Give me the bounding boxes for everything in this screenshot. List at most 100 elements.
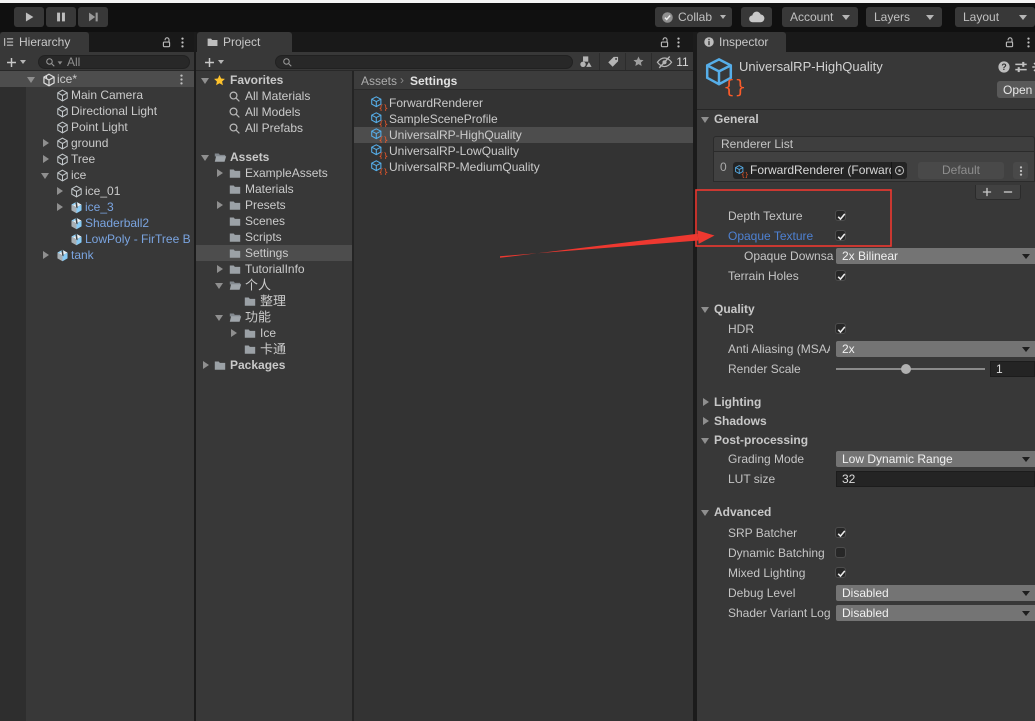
field-lut-size[interactable]: 32: [836, 471, 1035, 487]
foldout-open-icon[interactable]: [215, 283, 223, 289]
asset-item-universalrp-highquality[interactable]: {}UniversalRP-HighQuality: [354, 127, 693, 143]
property-mixed-lighting[interactable]: Mixed Lighting: [697, 563, 1035, 583]
property-grading-mode[interactable]: Grading ModeLow Dynamic Range: [697, 449, 1035, 469]
element-kebab-button[interactable]: [1013, 162, 1028, 179]
collab-dropdown[interactable]: Collab: [655, 7, 732, 27]
foldout-closed-icon[interactable]: [703, 398, 709, 406]
object-picker-button[interactable]: [891, 162, 907, 179]
section-shadows[interactable]: Shadows: [697, 413, 1035, 429]
property-dynamic-batching[interactable]: Dynamic Batching: [697, 543, 1035, 563]
hierarchy-item-point-light[interactable]: Point Light: [0, 119, 194, 135]
project-create-button[interactable]: [203, 54, 224, 70]
hierarchy-item-main-camera[interactable]: Main Camera: [0, 87, 194, 103]
checkbox-mixed-lighting[interactable]: [835, 567, 846, 578]
hierarchy-item-ice[interactable]: ice: [0, 167, 194, 183]
property-srp-batcher[interactable]: SRP Batcher: [697, 523, 1035, 543]
play-button[interactable]: [14, 7, 44, 27]
item-kebab-icon[interactable]: [175, 73, 188, 86]
dropdown-anti-aliasing-msaa-[interactable]: 2x: [836, 341, 1035, 357]
foldout-open-icon[interactable]: [701, 117, 709, 123]
foldout-open-icon[interactable]: [701, 510, 709, 516]
hierarchy-search-field[interactable]: All: [38, 55, 190, 69]
project-tree-item-卡通[interactable]: [196, 341, 352, 357]
layout-dropdown[interactable]: Layout: [955, 7, 1035, 27]
project-tree-item-packages[interactable]: Packages: [196, 357, 352, 373]
hierarchy-item-ground[interactable]: ground: [0, 135, 194, 151]
checkbox-depth-texture[interactable]: [835, 210, 846, 221]
search-by-type-button[interactable]: [573, 53, 599, 70]
hierarchy-menu-button[interactable]: [175, 35, 190, 50]
hidden-count-button[interactable]: 11: [651, 53, 693, 70]
section-lighting[interactable]: Lighting: [697, 394, 1035, 410]
favorites-filter-button[interactable]: [625, 53, 651, 70]
property-label[interactable]: Opaque Texture: [728, 226, 830, 246]
foldout-open-icon[interactable]: [27, 77, 35, 83]
foldout-closed-icon[interactable]: [57, 203, 63, 211]
property-render-scale[interactable]: Render Scale1: [697, 359, 1035, 379]
property-terrain-holes[interactable]: Terrain Holes: [697, 266, 1035, 286]
checkbox-srp-batcher[interactable]: [835, 527, 846, 538]
project-tree-item-materials[interactable]: Materials: [196, 181, 352, 197]
hierarchy-item-ice-[interactable]: ice*: [0, 71, 194, 87]
cloud-button[interactable]: [741, 7, 772, 27]
hierarchy-item-ice-3[interactable]: ice_3: [0, 199, 194, 215]
property-opaque-downsampling[interactable]: Opaque Downsampling2x Bilinear: [697, 246, 1035, 266]
hierarchy-item-directional-light[interactable]: Directional Light: [0, 103, 194, 119]
renderer-object-field[interactable]: {}ForwardRenderer (Forward Renderer Data…: [733, 162, 907, 179]
foldout-open-icon[interactable]: [701, 307, 709, 313]
project-tree-item-整理[interactable]: [196, 293, 352, 309]
renderer-list-element[interactable]: 0{}ForwardRenderer (Forward Renderer Dat…: [713, 151, 1035, 182]
checkbox-hdr[interactable]: [835, 323, 846, 334]
property-opaque-texture[interactable]: Opaque Texture: [697, 226, 1035, 246]
project-tree-item-all-materials[interactable]: All Materials: [196, 88, 352, 104]
project-tree-item-settings[interactable]: Settings: [196, 245, 352, 261]
list-remove-button[interactable]: [997, 185, 1020, 200]
foldout-closed-icon[interactable]: [203, 361, 209, 369]
foldout-closed-icon[interactable]: [43, 155, 49, 163]
layers-dropdown[interactable]: Layers: [866, 7, 942, 27]
hierarchy-item-tank[interactable]: tank: [0, 247, 194, 263]
project-tree-item-all-prefabs[interactable]: All Prefabs: [196, 120, 352, 136]
foldout-open-icon[interactable]: [201, 155, 209, 161]
foldout-closed-icon[interactable]: [231, 329, 237, 337]
search-by-label-button[interactable]: [599, 53, 625, 70]
dropdown-debug-level[interactable]: Disabled: [836, 585, 1035, 601]
foldout-closed-icon[interactable]: [43, 251, 49, 259]
property-depth-texture[interactable]: Depth Texture: [697, 206, 1035, 226]
slider-handle[interactable]: [901, 364, 911, 374]
pause-button[interactable]: [46, 7, 76, 27]
checkbox-dynamic-batching[interactable]: [835, 547, 846, 558]
project-search-field[interactable]: [275, 55, 573, 69]
hierarchy-create-button[interactable]: [5, 54, 26, 70]
project-tree-item-assets[interactable]: Assets: [196, 149, 352, 165]
project-tree-item-presets[interactable]: Presets: [196, 197, 352, 213]
project-tree-item-scenes[interactable]: Scenes: [196, 213, 352, 229]
project-tree-item-tutorialinfo[interactable]: TutorialInfo: [196, 261, 352, 277]
project-tree-item-功能[interactable]: [196, 309, 352, 325]
hierarchy-lock-button[interactable]: [159, 35, 174, 50]
project-tree-item-favorites[interactable]: Favorites: [196, 72, 352, 88]
property-lut-size[interactable]: LUT size32: [697, 469, 1035, 489]
project-menu-button[interactable]: [671, 35, 686, 50]
property-debug-level[interactable]: Debug LevelDisabled: [697, 583, 1035, 603]
breadcrumb-assets[interactable]: Assets: [361, 74, 397, 88]
foldout-closed-icon[interactable]: [217, 169, 223, 177]
hierarchy-item-shaderball2[interactable]: Shaderball2: [0, 215, 194, 231]
tab-hierarchy[interactable]: Hierarchy: [0, 32, 89, 52]
asset-item-samplesceneprofile[interactable]: {}SampleSceneProfile: [354, 111, 693, 127]
dropdown-opaque-downsampling[interactable]: 2x Bilinear: [836, 248, 1035, 264]
account-dropdown[interactable]: Account: [782, 7, 858, 27]
project-tree-item-个人[interactable]: [196, 277, 352, 293]
hierarchy-item-tree[interactable]: Tree: [0, 151, 194, 167]
step-button[interactable]: [78, 7, 108, 27]
asset-item-forwardrenderer[interactable]: {}ForwardRenderer: [354, 95, 693, 111]
section-advanced[interactable]: Advanced: [697, 504, 1035, 520]
property-shader-variant-log-level[interactable]: Shader Variant Log LevelDisabled: [697, 603, 1035, 623]
foldout-closed-icon[interactable]: [43, 139, 49, 147]
list-add-button[interactable]: [976, 185, 999, 200]
project-tree-item-scripts[interactable]: Scripts: [196, 229, 352, 245]
foldout-open-icon[interactable]: [41, 173, 49, 179]
foldout-closed-icon[interactable]: [57, 187, 63, 195]
project-tree-item-ice[interactable]: Ice: [196, 325, 352, 341]
foldout-open-icon[interactable]: [215, 315, 223, 321]
